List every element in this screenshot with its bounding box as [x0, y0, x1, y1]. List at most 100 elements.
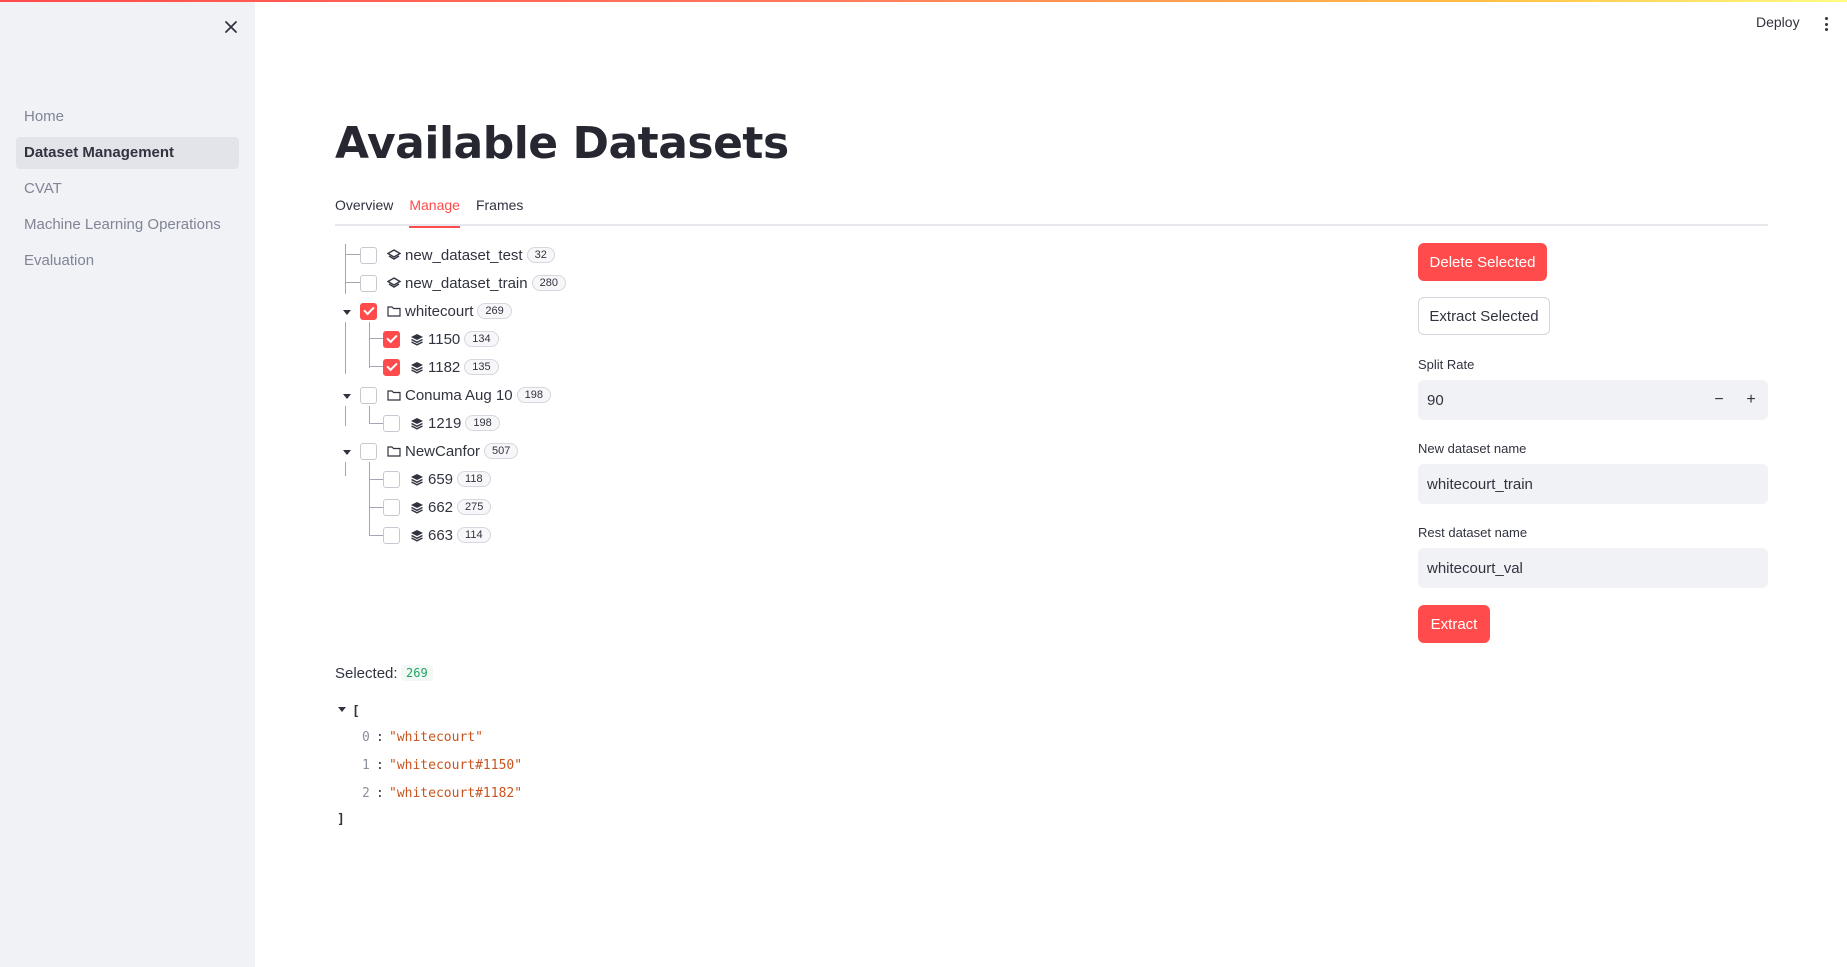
- tree-node-checkbox[interactable]: [383, 498, 400, 516]
- json-collapse-caret[interactable]: [337, 704, 347, 714]
- tree-connector: [369, 366, 383, 367]
- layers-stack-icon: [409, 528, 424, 543]
- sidebar-item-mlops[interactable]: Machine Learning Operations: [16, 209, 239, 241]
- tree-connector: [369, 322, 370, 368]
- tree-node-checkbox[interactable]: [383, 526, 400, 544]
- tree-expand-caret[interactable]: [342, 307, 352, 317]
- tree-node-label[interactable]: 662: [428, 499, 453, 516]
- rest-dataset-name-input[interactable]: whitecourt_val: [1418, 548, 1768, 588]
- tree-connector: [345, 282, 360, 283]
- tree-node-label[interactable]: NewCanfor: [405, 443, 480, 460]
- sidebar-item-evaluation[interactable]: Evaluation: [16, 245, 239, 277]
- tree-node-checkbox[interactable]: [360, 246, 377, 264]
- json-close-bracket: ]: [337, 812, 345, 827]
- tree-node-count: 32: [526, 247, 555, 263]
- deploy-button[interactable]: Deploy: [1756, 14, 1800, 30]
- extract-button[interactable]: Extract: [1418, 605, 1490, 643]
- folder-icon: [386, 304, 401, 319]
- tab-frames[interactable]: Frames: [476, 193, 523, 226]
- tree-node: new_dataset_train 280: [360, 269, 566, 297]
- tree-node: 1182 135: [383, 353, 499, 381]
- tree-node-label[interactable]: 659: [428, 471, 453, 488]
- tree-node-count: 134: [464, 331, 499, 347]
- json-colon: :: [376, 730, 384, 745]
- tree-node-count: 280: [531, 275, 566, 291]
- split-rate-value: 90: [1427, 391, 1444, 409]
- layer-single-icon: [386, 276, 401, 291]
- json-index: 2: [362, 786, 370, 801]
- sidebar-nav: Home Dataset Management CVAT Machine Lea…: [16, 101, 239, 281]
- tree-node: whitecourt 269: [360, 297, 512, 325]
- json-index: 1: [362, 758, 370, 773]
- tree-node-checkbox[interactable]: [360, 302, 377, 320]
- tree-node: 1150 134: [383, 325, 499, 353]
- delete-selected-button[interactable]: Delete Selected: [1418, 243, 1547, 281]
- tree-node-count: 275: [457, 499, 492, 515]
- tree-node-count: 198: [465, 415, 500, 431]
- tree-node: new_dataset_test 32: [360, 241, 555, 269]
- tree-connector: [369, 423, 383, 424]
- tree-node-label[interactable]: 1150: [428, 331, 460, 348]
- tree-node-checkbox[interactable]: [383, 470, 400, 488]
- split-rate-label: Split Rate: [1418, 357, 1475, 372]
- tree-connector: [345, 462, 346, 476]
- tree-connector: [345, 254, 360, 255]
- rest-dataset-name-label: Rest dataset name: [1418, 525, 1528, 540]
- tree-node-count: 507: [484, 443, 519, 459]
- increment-button[interactable]: +: [1736, 380, 1766, 420]
- tree-node-checkbox[interactable]: [383, 330, 400, 348]
- tree-connector: [369, 479, 383, 480]
- tree-node: NewCanfor 507: [360, 437, 519, 465]
- folder-icon: [386, 444, 401, 459]
- page-title: Available Datasets: [335, 118, 789, 169]
- sidebar-item-home[interactable]: Home: [16, 101, 239, 133]
- layer-single-icon: [386, 248, 401, 263]
- layers-stack-icon: [409, 416, 424, 431]
- extract-selected-button[interactable]: Extract Selected: [1418, 297, 1550, 335]
- tree-expand-caret[interactable]: [342, 447, 352, 457]
- layers-stack-icon: [409, 332, 424, 347]
- json-index: 0: [362, 730, 370, 745]
- tree-node-label[interactable]: 1182: [428, 359, 460, 376]
- layers-stack-icon: [409, 472, 424, 487]
- sidebar-item-dataset-management[interactable]: Dataset Management: [16, 137, 239, 169]
- tree-node-checkbox[interactable]: [383, 358, 400, 376]
- tree-connector: [369, 507, 383, 508]
- tree-node-label[interactable]: Conuma Aug 10: [405, 387, 513, 404]
- tree-node-label[interactable]: 1219: [428, 415, 461, 432]
- tree-node-label[interactable]: new_dataset_test: [405, 247, 523, 264]
- tree-node-count: 269: [477, 303, 512, 319]
- tree-expand-caret[interactable]: [342, 391, 352, 401]
- tree-node-label[interactable]: new_dataset_train: [405, 275, 528, 292]
- tree-node: Conuma Aug 10 198: [360, 381, 551, 409]
- tree-node-checkbox[interactable]: [360, 386, 377, 404]
- new-dataset-name-value: whitecourt_train: [1427, 475, 1533, 493]
- tree-connector: [345, 244, 346, 294]
- folder-icon: [386, 388, 401, 403]
- layers-stack-icon: [409, 500, 424, 515]
- close-icon: [225, 21, 237, 33]
- kebab-dot: [1824, 17, 1828, 20]
- selected-label: Selected:: [335, 665, 398, 682]
- selected-count: 269: [401, 665, 433, 681]
- close-sidebar-button[interactable]: [218, 14, 244, 40]
- kebab-dot: [1824, 28, 1828, 31]
- main-menu-button[interactable]: [1818, 14, 1834, 34]
- tree-node: 662 275: [383, 493, 492, 521]
- tree-node: 659 118: [383, 465, 491, 493]
- tree-connector: [369, 338, 383, 339]
- json-string-value: "whitecourt#1150": [389, 758, 523, 773]
- layers-stack-icon: [409, 360, 424, 375]
- tree-node-count: 135: [464, 359, 499, 375]
- new-dataset-name-input[interactable]: whitecourt_train: [1418, 464, 1768, 504]
- tree-node-label[interactable]: whitecourt: [405, 303, 473, 320]
- decrement-button[interactable]: −: [1704, 380, 1734, 420]
- tree-node-checkbox[interactable]: [383, 414, 400, 432]
- tree-node-checkbox[interactable]: [360, 274, 377, 292]
- tab-overview[interactable]: Overview: [335, 193, 393, 226]
- sidebar-item-cvat[interactable]: CVAT: [16, 173, 239, 205]
- tab-manage[interactable]: Manage: [409, 193, 460, 228]
- tree-node-checkbox[interactable]: [360, 442, 377, 460]
- new-dataset-name-label: New dataset name: [1418, 441, 1527, 456]
- tree-node-label[interactable]: 663: [428, 527, 453, 544]
